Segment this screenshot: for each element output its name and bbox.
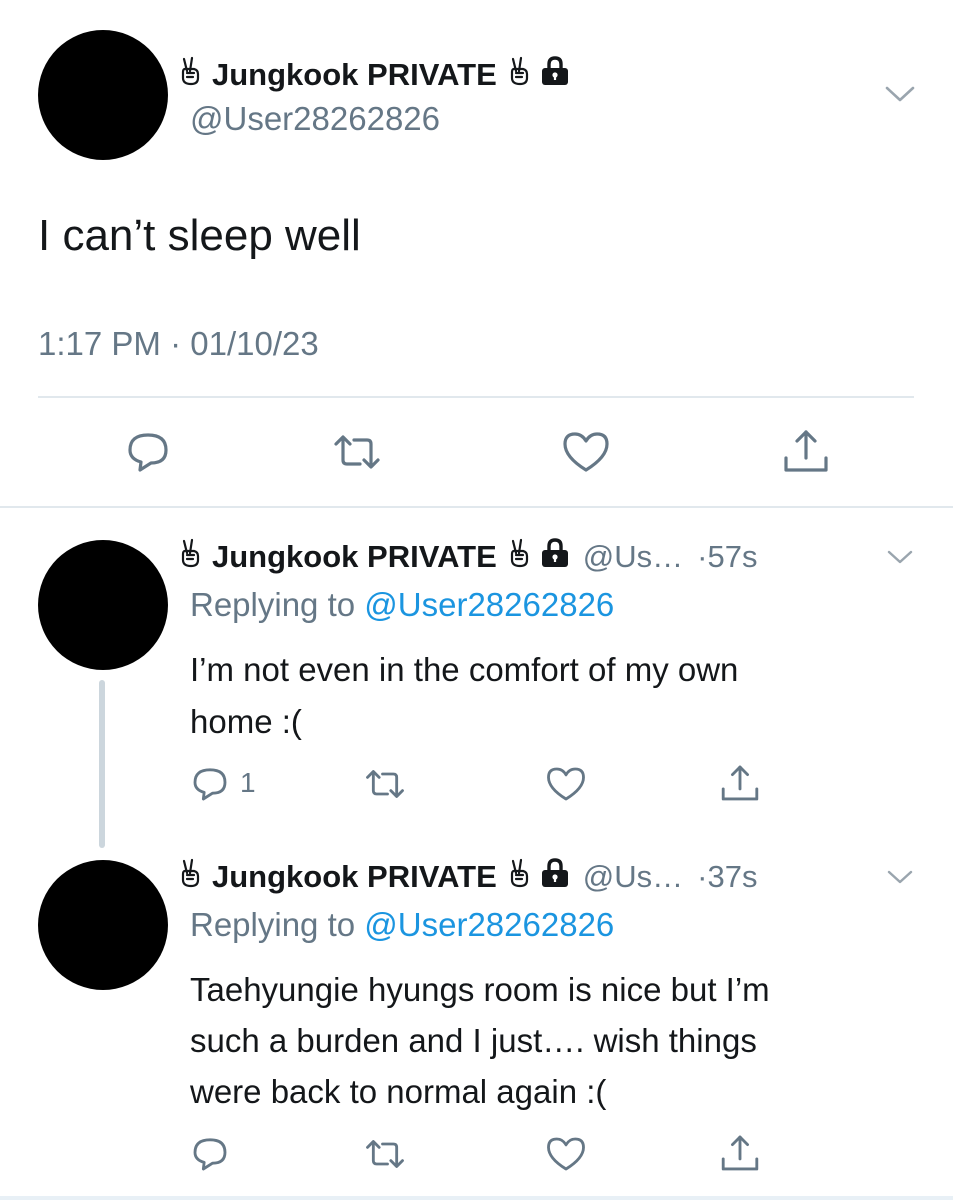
tweet-age: ·37s <box>697 859 758 894</box>
reply-icon[interactable] <box>190 764 230 804</box>
share-icon[interactable] <box>718 1132 762 1174</box>
display-name: Jungkook PRIVATE <box>212 859 497 894</box>
retweet-icon[interactable] <box>362 1134 408 1174</box>
victory-hand-icon <box>507 56 531 94</box>
replying-prefix: Replying to <box>190 586 356 623</box>
reply-count: 1 <box>240 767 256 798</box>
separator-dot: · <box>170 325 182 362</box>
replying-prefix: Replying to <box>190 906 356 943</box>
reply-text: I’m not even in the comfort of my own ho… <box>190 644 738 748</box>
user-handle: @Us… <box>582 539 684 574</box>
victory-hand-icon <box>178 858 202 896</box>
user-handle[interactable]: @User28262826 <box>190 98 440 140</box>
tweet-time: 1:17 PM <box>38 325 161 362</box>
avatar[interactable] <box>38 30 168 160</box>
chevron-down-icon[interactable] <box>885 546 915 568</box>
share-icon[interactable] <box>780 426 832 476</box>
reply-name-row[interactable]: Jungkook PRIVATE @Us… ·57s <box>178 536 757 578</box>
victory-hand-icon <box>507 538 531 576</box>
user-handle: @Us… <box>582 859 684 894</box>
victory-hand-icon <box>178 56 202 94</box>
tweet-age: ·57s <box>697 539 758 574</box>
section-divider <box>0 506 953 508</box>
victory-hand-icon <box>507 858 531 896</box>
retweet-icon[interactable] <box>362 764 408 804</box>
divider <box>38 396 914 398</box>
thread-line <box>99 680 105 848</box>
reply-text: Taehyungie hyungs room is nice but I’m s… <box>190 964 770 1117</box>
display-name: Jungkook PRIVATE <box>212 539 497 574</box>
mention-link[interactable]: @User28262826 <box>364 586 614 623</box>
victory-hand-icon <box>178 538 202 576</box>
chevron-down-icon[interactable] <box>883 82 917 106</box>
chevron-down-icon[interactable] <box>885 866 915 888</box>
retweet-icon[interactable] <box>330 428 384 476</box>
reply-name-row[interactable]: Jungkook PRIVATE @Us… ·37s <box>178 856 757 898</box>
share-icon[interactable] <box>718 762 762 804</box>
reply-text-line: I’m not even in the comfort of my own <box>190 651 739 688</box>
tweet-date: 01/10/23 <box>190 325 319 362</box>
bottom-edge <box>0 1196 953 1200</box>
reply-text-line: Taehyungie hyungs room is nice but I’m <box>190 971 770 1008</box>
reply-text-line: were back to normal again :( <box>190 1073 607 1110</box>
replying-to: Replying to @User28262826 <box>190 584 614 626</box>
reply-text-line: home :( <box>190 703 302 740</box>
main-tweet-name-row[interactable]: Jungkook PRIVATE <box>178 54 571 96</box>
replying-to: Replying to @User28262826 <box>190 904 614 946</box>
like-icon[interactable] <box>560 428 612 476</box>
like-icon[interactable] <box>544 764 588 804</box>
avatar[interactable] <box>38 540 168 670</box>
reply-text-line: such a burden and I just…. wish things <box>190 1022 757 1059</box>
reply-icon[interactable] <box>124 428 172 476</box>
display-name: Jungkook PRIVATE <box>212 57 497 92</box>
like-icon[interactable] <box>544 1134 588 1174</box>
avatar[interactable] <box>38 860 168 990</box>
tweet-text: I can’t sleep well <box>38 211 361 260</box>
reply-icon[interactable] <box>190 1134 230 1174</box>
mention-link[interactable]: @User28262826 <box>364 906 614 943</box>
tweet-timestamp: 1:17 PM · 01/10/23 <box>38 322 319 366</box>
lock-icon <box>539 537 571 577</box>
lock-icon <box>539 857 571 897</box>
lock-icon <box>539 55 571 95</box>
